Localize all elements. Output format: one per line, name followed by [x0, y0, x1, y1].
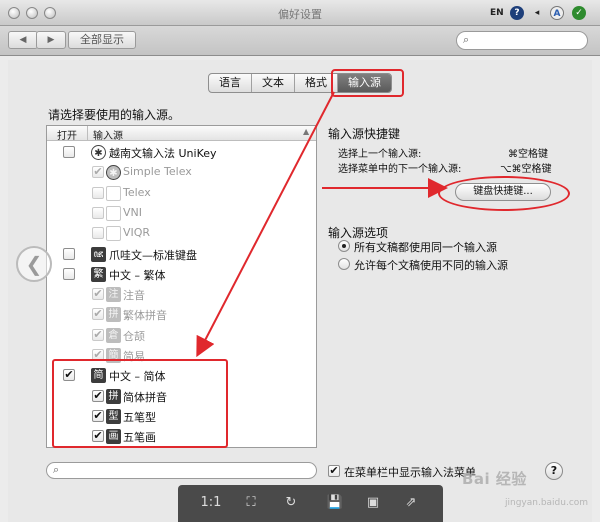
rotate-icon[interactable]: ↻ — [280, 493, 302, 513]
fit-screen-icon[interactable]: ⛶ — [240, 493, 262, 513]
annotation-arrows — [196, 91, 448, 358]
watermark-url: jingyan.baidu.com — [505, 498, 589, 508]
image-viewer-toolbar: 1:1 ⛶ ↻ 💾 ▣ ⇗ — [178, 485, 443, 522]
actual-size-button[interactable]: 1:1 — [196, 493, 226, 513]
save-icon[interactable]: 💾 — [324, 493, 346, 513]
window-icon[interactable]: ▣ — [362, 493, 384, 513]
watermark-brand: Bai 经验 — [462, 470, 527, 488]
arrow-to-list — [196, 91, 335, 358]
share-icon[interactable]: ⇗ — [400, 493, 422, 513]
